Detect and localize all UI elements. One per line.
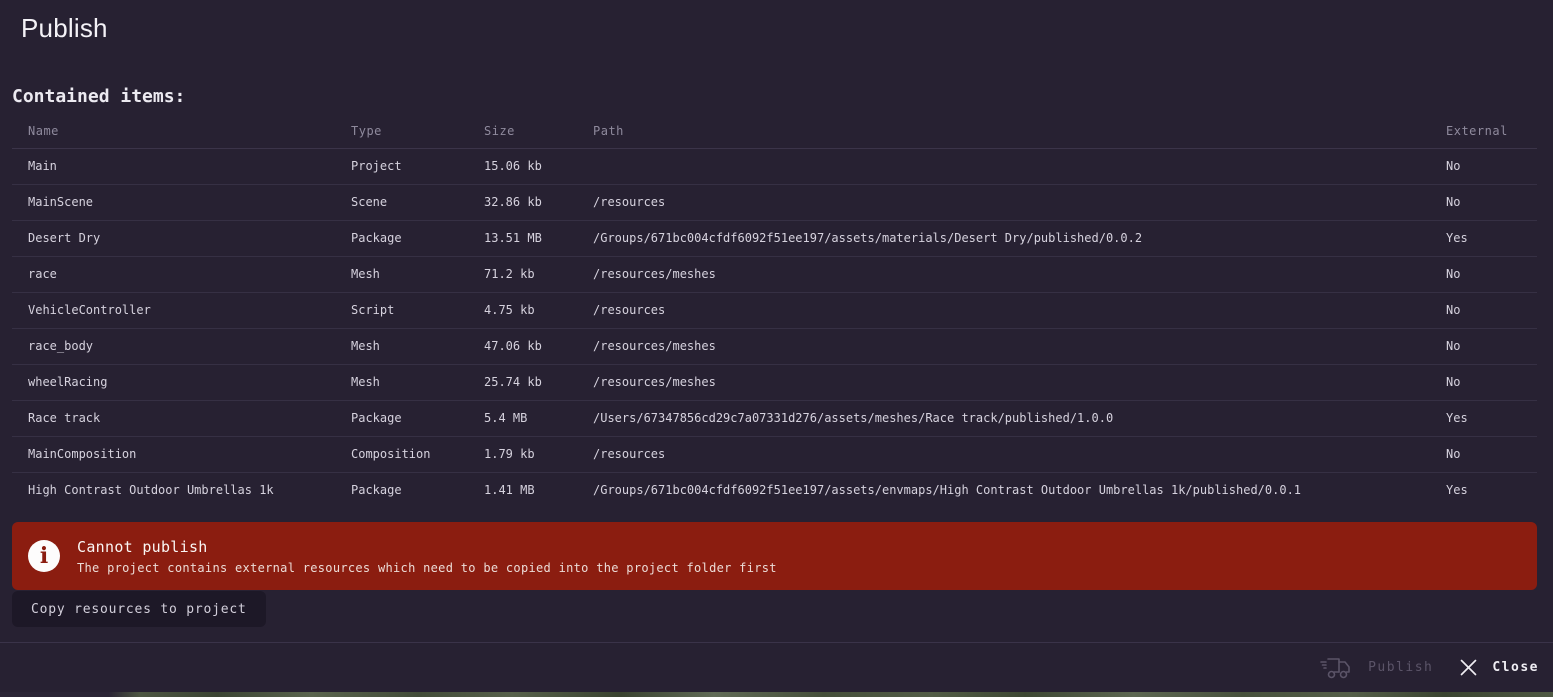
- close-x-icon: [1459, 658, 1478, 677]
- cell-external: Yes: [1446, 472, 1537, 508]
- column-header-size: Size: [484, 115, 593, 148]
- cell-size: 5.4 MB: [484, 400, 593, 436]
- cell-name: wheelRacing: [12, 364, 351, 400]
- warning-message: The project contains external resources …: [77, 561, 777, 575]
- cell-name: race: [12, 256, 351, 292]
- cell-size: 15.06 kb: [484, 148, 593, 184]
- table-row: VehicleControllerScript4.75 kb/resources…: [12, 292, 1537, 328]
- cell-path: /resources: [593, 292, 1446, 328]
- column-header-name: Name: [12, 115, 351, 148]
- cell-type: Mesh: [351, 364, 484, 400]
- cell-path: [593, 148, 1446, 184]
- cell-type: Scene: [351, 184, 484, 220]
- cell-type: Package: [351, 400, 484, 436]
- cell-external: No: [1446, 328, 1537, 364]
- cell-path: /resources/meshes: [593, 364, 1446, 400]
- cell-path: /resources: [593, 184, 1446, 220]
- table-row: race_bodyMesh47.06 kb/resources/meshesNo: [12, 328, 1537, 364]
- cell-size: 25.74 kb: [484, 364, 593, 400]
- items-table-body: MainProject15.06 kbNoMainSceneScene32.86…: [12, 148, 1537, 508]
- cell-path: /resources/meshes: [593, 256, 1446, 292]
- cell-name: race_body: [12, 328, 351, 364]
- publish-button[interactable]: Publish: [1320, 654, 1433, 682]
- cell-size: 32.86 kb: [484, 184, 593, 220]
- table-row: Race trackPackage5.4 MB/Users/67347856cd…: [12, 400, 1537, 436]
- cell-path: /Groups/671bc004cfdf6092f51ee197/assets/…: [593, 472, 1446, 508]
- table-row: raceMesh71.2 kb/resources/meshesNo: [12, 256, 1537, 292]
- table-row: wheelRacingMesh25.74 kb/resources/meshes…: [12, 364, 1537, 400]
- table-row: MainCompositionComposition1.79 kb/resour…: [12, 436, 1537, 472]
- cell-path: /Users/67347856cd29c7a07331d276/assets/m…: [593, 400, 1446, 436]
- cell-external: Yes: [1446, 220, 1537, 256]
- cell-size: 1.41 MB: [484, 472, 593, 508]
- cell-type: Package: [351, 472, 484, 508]
- cell-size: 71.2 kb: [484, 256, 593, 292]
- publish-dialog: Publish Contained items: NameTypeSizePat…: [0, 0, 1553, 697]
- contained-items-table: NameTypeSizePathExternal MainProject15.0…: [12, 115, 1537, 508]
- table-row: MainSceneScene32.86 kb/resourcesNo: [12, 184, 1537, 220]
- copy-resources-label: Copy resources to project: [31, 602, 247, 617]
- cell-name: Main: [12, 148, 351, 184]
- background-scene-strip: [0, 692, 1553, 697]
- cell-size: 13.51 MB: [484, 220, 593, 256]
- truck-icon: [1320, 654, 1354, 682]
- cell-name: Desert Dry: [12, 220, 351, 256]
- warning-title: Cannot publish: [77, 538, 777, 556]
- cell-type: Mesh: [351, 328, 484, 364]
- cell-external: No: [1446, 364, 1537, 400]
- cell-type: Mesh: [351, 256, 484, 292]
- cell-external: No: [1446, 148, 1537, 184]
- cell-size: 47.06 kb: [484, 328, 593, 364]
- cell-size: 4.75 kb: [484, 292, 593, 328]
- table-header-row: NameTypeSizePathExternal: [12, 115, 1537, 148]
- info-icon: i: [28, 540, 60, 572]
- publish-button-label: Publish: [1368, 660, 1433, 675]
- cell-type: Package: [351, 220, 484, 256]
- cell-name: Race track: [12, 400, 351, 436]
- close-button-label: Close: [1492, 660, 1539, 675]
- cell-name: MainScene: [12, 184, 351, 220]
- cell-size: 1.79 kb: [484, 436, 593, 472]
- cell-external: No: [1446, 436, 1537, 472]
- cell-name: MainComposition: [12, 436, 351, 472]
- page-title: Publish: [21, 13, 108, 44]
- cell-external: Yes: [1446, 400, 1537, 436]
- contained-items-heading: Contained items:: [12, 86, 185, 107]
- table-row: High Contrast Outdoor Umbrellas 1kPackag…: [12, 472, 1537, 508]
- cell-type: Composition: [351, 436, 484, 472]
- cell-path: /Groups/671bc004cfdf6092f51ee197/assets/…: [593, 220, 1446, 256]
- cell-external: No: [1446, 256, 1537, 292]
- column-header-path: Path: [593, 115, 1446, 148]
- cell-name: High Contrast Outdoor Umbrellas 1k: [12, 472, 351, 508]
- table-row: MainProject15.06 kb No: [12, 148, 1537, 184]
- cannot-publish-banner: i Cannot publish The project contains ex…: [12, 522, 1537, 590]
- table-row: Desert DryPackage13.51 MB/Groups/671bc00…: [12, 220, 1537, 256]
- cell-path: /resources: [593, 436, 1446, 472]
- cell-type: Project: [351, 148, 484, 184]
- column-header-type: Type: [351, 115, 484, 148]
- cell-path: /resources/meshes: [593, 328, 1446, 364]
- close-button[interactable]: Close: [1459, 658, 1539, 677]
- column-header-external: External: [1446, 115, 1537, 148]
- cell-external: No: [1446, 292, 1537, 328]
- cell-type: Script: [351, 292, 484, 328]
- copy-resources-button[interactable]: Copy resources to project: [12, 591, 266, 627]
- cell-external: No: [1446, 184, 1537, 220]
- cell-name: VehicleController: [12, 292, 351, 328]
- footer-bar: Publish Close: [0, 643, 1553, 692]
